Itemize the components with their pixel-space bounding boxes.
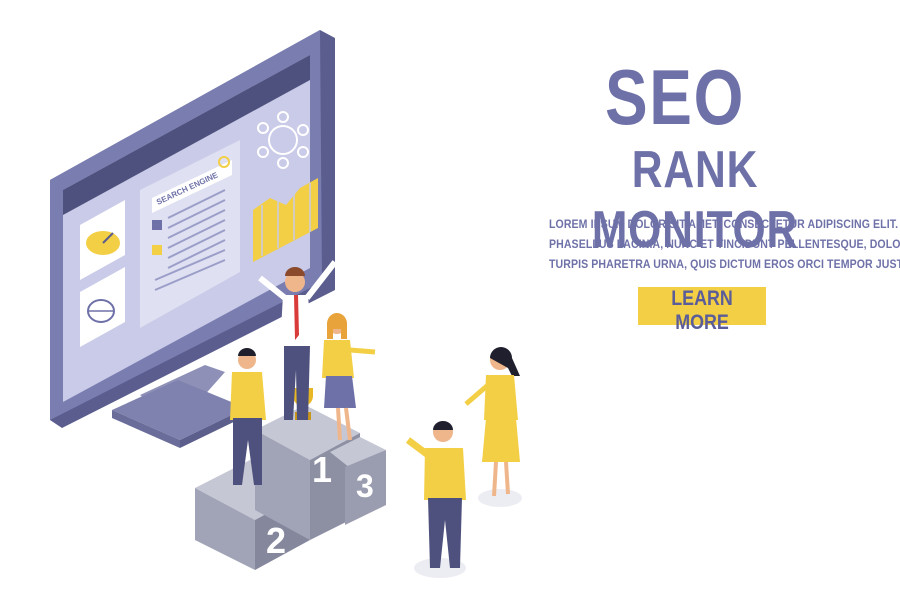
headline-seo: SEO — [604, 53, 745, 141]
description-line: LOREM IPSUM DOLOR SIT AMET, CONSECTETUR … — [549, 217, 899, 231]
description-line: PHASELLUS LACINIA, NUNC ET TINCIDUNT PEL… — [549, 237, 900, 251]
podium-number-2: 2 — [266, 520, 286, 561]
winners-podium: 1 2 3 — [195, 405, 386, 570]
podium-number-1: 1 — [312, 449, 332, 490]
learn-more-button[interactable]: LEARN MORE — [638, 287, 766, 334]
description-line: TURPIS PHARETRA URNA, QUIS DICTUM EROS O… — [549, 257, 900, 271]
standing-woman — [464, 347, 522, 507]
clapping-man — [405, 421, 466, 578]
podium-number-3: 3 — [356, 468, 374, 504]
description-text: LOREM IPSUM DOLOR SIT AMET, CONSECTETUR … — [549, 214, 900, 274]
learn-more-label: LEARN MORE — [671, 287, 733, 334]
